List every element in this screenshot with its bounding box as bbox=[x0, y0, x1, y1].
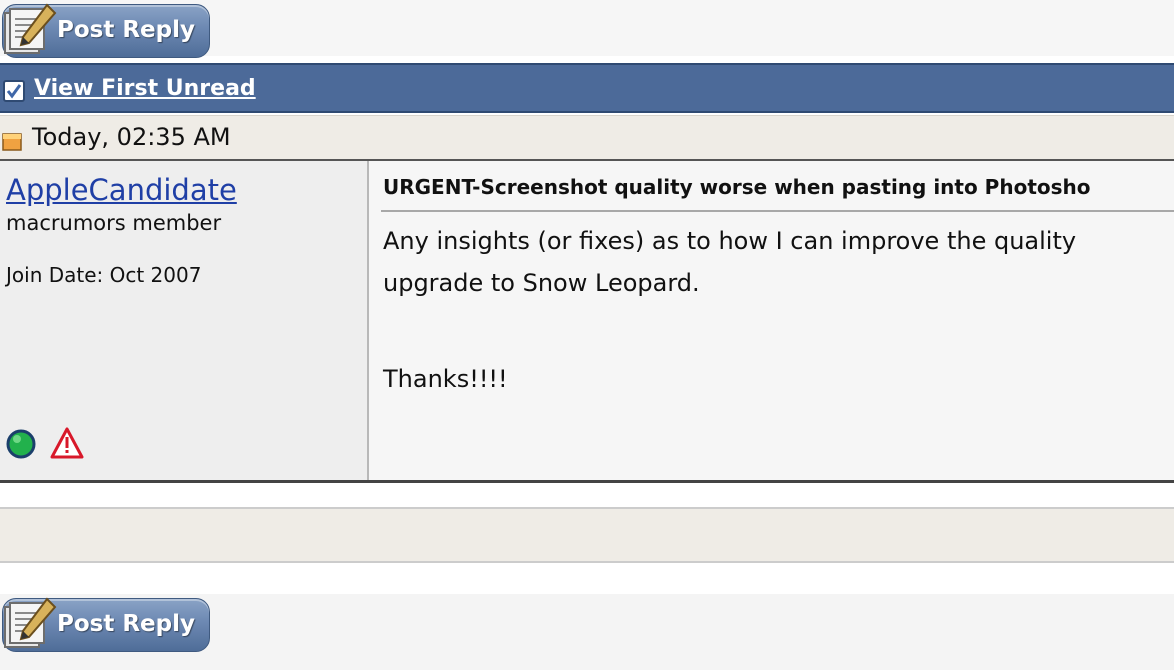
post-reply-button[interactable]: Post Reply bbox=[2, 597, 210, 652]
post-reply-label: Post Reply bbox=[57, 17, 195, 43]
post-reply-icon bbox=[4, 3, 57, 54]
view-first-unread-link[interactable]: View First Unread bbox=[34, 76, 256, 101]
message-pane: URGENT-Screenshot quality worse when pas… bbox=[369, 161, 1174, 480]
checkbox-icon bbox=[3, 80, 25, 102]
user-info-pane: AppleCandidate macrumors member Join Dat… bbox=[0, 161, 369, 480]
post-spacer bbox=[0, 483, 1174, 505]
report-post-icon[interactable] bbox=[50, 427, 84, 459]
post-body: AppleCandidate macrumors member Join Dat… bbox=[0, 159, 1174, 483]
bottom-toolbar: Post Reply bbox=[0, 594, 1174, 670]
post-reply-icon bbox=[4, 597, 57, 648]
post-date-row: Today, 02:35 AM bbox=[0, 115, 1174, 160]
message-line: upgrade to Snow Leopard. bbox=[383, 269, 700, 297]
online-status-icon bbox=[6, 429, 36, 459]
post-reply-label: Post Reply bbox=[57, 611, 195, 637]
message-divider bbox=[381, 210, 1174, 212]
message-line: Thanks!!!! bbox=[383, 365, 508, 393]
username-link[interactable]: AppleCandidate bbox=[6, 173, 237, 207]
post-reply-button[interactable]: Post Reply bbox=[2, 3, 210, 58]
user-title: macrumors member bbox=[6, 211, 222, 235]
join-date: Join Date: Oct 2007 bbox=[6, 263, 202, 287]
post-date: Today, 02:35 AM bbox=[32, 123, 231, 151]
thread-header-bar: View First Unread bbox=[0, 63, 1174, 113]
top-toolbar: Post Reply bbox=[0, 0, 1174, 58]
message-title: URGENT-Screenshot quality worse when pas… bbox=[383, 175, 1091, 199]
post-status-icon bbox=[2, 133, 22, 151]
post-footer-bar bbox=[0, 507, 1174, 563]
message-line: Any insights (or fixes) as to how I can … bbox=[383, 227, 1077, 255]
